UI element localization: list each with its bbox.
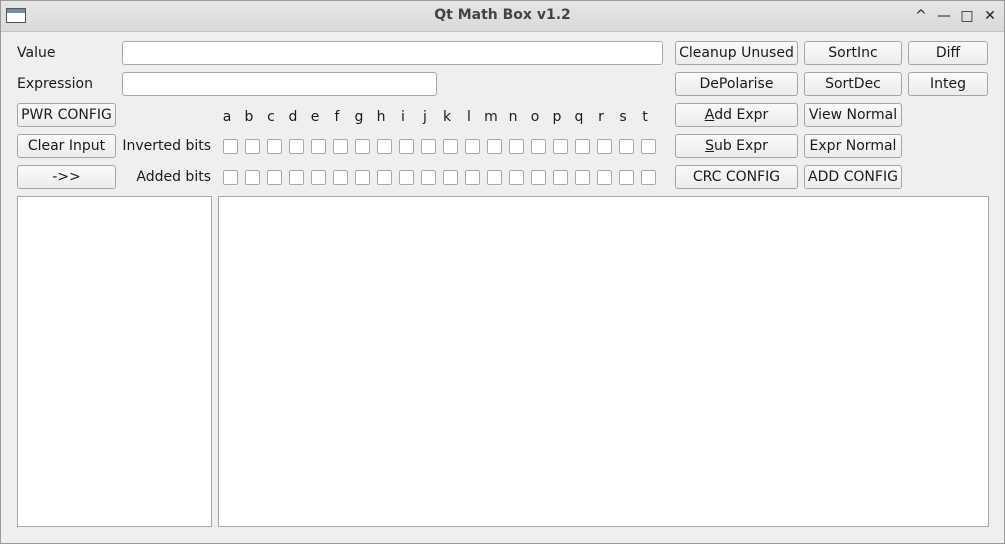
added-bit-e-checkbox[interactable] [311,170,326,185]
added-bit-h-checkbox[interactable] [377,170,392,185]
bit-letter-c: c [267,109,275,125]
bit-letter-r: r [598,109,604,125]
inverted-bit-p-checkbox[interactable] [553,139,568,154]
bit-letter-a: a [222,109,232,125]
inverted-bit-b-checkbox[interactable] [245,139,260,154]
title-bar[interactable]: Qt Math Box v1.2 ^ — □ ✕ [1,1,1004,32]
added-bit-k-checkbox[interactable] [443,170,458,185]
added-bit-p-checkbox[interactable] [553,170,568,185]
add-expr-mnemonic: A [704,107,715,123]
added-bit-a-checkbox[interactable] [223,170,238,185]
added-bit-t-checkbox[interactable] [641,170,656,185]
maximize-icon[interactable]: □ [958,6,976,26]
added-bit-q-checkbox[interactable] [575,170,590,185]
bit-letter-e: e [310,109,320,125]
bit-letter-j: j [423,109,427,125]
added-bit-n-checkbox[interactable] [509,170,524,185]
sub-expr-mnemonic: S [705,138,714,154]
left-list-panel[interactable] [17,196,212,527]
added-bit-f-checkbox[interactable] [333,170,348,185]
bit-letter-i: i [401,109,405,125]
added-bit-g-checkbox[interactable] [355,170,370,185]
bit-letter-g: g [354,109,364,125]
bit-letter-t: t [642,109,648,125]
window-title: Qt Math Box v1.2 [434,7,571,23]
arrow-button[interactable]: ->> [17,165,116,189]
inverted-bit-o-checkbox[interactable] [531,139,546,154]
added-bits-label: Added bits [136,169,211,185]
added-bit-i-checkbox[interactable] [399,170,414,185]
added-bit-l-checkbox[interactable] [465,170,480,185]
added-bit-d-checkbox[interactable] [289,170,304,185]
bit-letter-b: b [244,109,254,125]
inverted-bit-h-checkbox[interactable] [377,139,392,154]
clear-input-button[interactable]: Clear Input [17,134,116,158]
added-bit-s-checkbox[interactable] [619,170,634,185]
inverted-bit-t-checkbox[interactable] [641,139,656,154]
added-bit-b-checkbox[interactable] [245,170,260,185]
added-bit-r-checkbox[interactable] [597,170,612,185]
inverted-bit-m-checkbox[interactable] [487,139,502,154]
add-expr-label: dd Expr [714,107,769,123]
bit-letter-d: d [288,109,298,125]
pwr-config-button[interactable]: PWR CONFIG [17,103,116,127]
inverted-bit-j-checkbox[interactable] [421,139,436,154]
added-bit-m-checkbox[interactable] [487,170,502,185]
expr-normal-button[interactable]: Expr Normal [804,134,902,158]
value-input[interactable] [122,41,663,65]
inverted-bit-r-checkbox[interactable] [597,139,612,154]
inverted-bit-s-checkbox[interactable] [619,139,634,154]
output-panel[interactable] [218,196,989,527]
expression-input[interactable] [122,72,437,96]
cleanup-unused-button[interactable]: Cleanup Unused [675,41,798,65]
inverted-bit-k-checkbox[interactable] [443,139,458,154]
bit-letter-s: s [619,109,627,125]
add-config-button[interactable]: ADD CONFIG [804,165,902,189]
added-bit-j-checkbox[interactable] [421,170,436,185]
bit-letter-f: f [334,109,340,125]
sortinc-button[interactable]: SortInc [804,41,902,65]
inverted-bit-e-checkbox[interactable] [311,139,326,154]
bit-letter-l: l [467,109,471,125]
sortdec-button[interactable]: SortDec [804,72,902,96]
crc-config-button[interactable]: CRC CONFIG [675,165,798,189]
bit-letter-p: p [552,109,562,125]
restore-icon[interactable]: ^ [912,6,930,26]
depolarise-button[interactable]: DePolarise [675,72,798,96]
sub-expr-label: ub Expr [713,138,768,154]
inverted-bit-f-checkbox[interactable] [333,139,348,154]
diff-button[interactable]: Diff [908,41,988,65]
inverted-bit-l-checkbox[interactable] [465,139,480,154]
inverted-bit-i-checkbox[interactable] [399,139,414,154]
bit-letter-q: q [574,109,584,125]
bit-letter-n: n [508,109,518,125]
bit-letter-m: m [484,109,498,125]
inverted-bit-a-checkbox[interactable] [223,139,238,154]
added-bit-c-checkbox[interactable] [267,170,282,185]
expression-label: Expression [17,76,93,92]
inverted-bit-g-checkbox[interactable] [355,139,370,154]
inverted-bit-n-checkbox[interactable] [509,139,524,154]
bit-letter-h: h [376,109,386,125]
view-normal-button[interactable]: View Normal [804,103,902,127]
bit-letter-k: k [442,109,452,125]
inverted-bits-label: Inverted bits [122,138,211,154]
inverted-bit-d-checkbox[interactable] [289,139,304,154]
minimize-icon[interactable]: — [935,6,953,26]
value-label: Value [17,45,56,61]
close-icon[interactable]: ✕ [981,6,999,26]
main-window: Qt Math Box v1.2 ^ — □ ✕ Value Expressio… [0,0,1005,544]
sub-expr-button[interactable]: Sub Expr [675,134,798,158]
added-bit-o-checkbox[interactable] [531,170,546,185]
bit-letter-o: o [530,109,540,125]
inverted-bit-c-checkbox[interactable] [267,139,282,154]
add-expr-button[interactable]: Add Expr [675,103,798,127]
inverted-bit-q-checkbox[interactable] [575,139,590,154]
integ-button[interactable]: Integ [908,72,988,96]
